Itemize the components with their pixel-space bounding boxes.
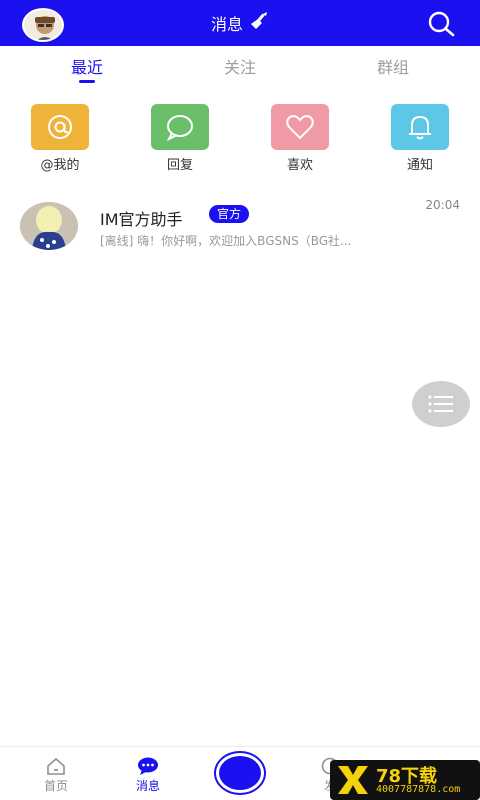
publish-button[interactable]	[216, 753, 264, 793]
heart-icon	[271, 104, 329, 150]
message-tabs: 最近 关注 群组	[0, 46, 480, 86]
app-header: 消息	[0, 0, 480, 46]
active-tab-indicator	[79, 80, 95, 83]
at-icon	[31, 104, 89, 150]
quick-action-likes[interactable]: 喜欢	[269, 104, 331, 173]
x-logo-icon	[338, 766, 368, 794]
quick-action-label: @我的	[40, 158, 80, 173]
tab-recent[interactable]: 最近	[47, 54, 127, 78]
header-title-group: 消息	[0, 0, 480, 46]
quick-action-label: 喜欢	[286, 158, 313, 173]
message-icon	[118, 757, 178, 775]
search-icon[interactable]	[426, 10, 456, 38]
contact-avatar	[20, 202, 78, 250]
quick-action-mentions[interactable]: @我的	[29, 104, 91, 173]
broom-icon[interactable]	[249, 12, 269, 34]
message-time: 20:04	[425, 198, 460, 212]
nav-messages[interactable]: 消息	[118, 757, 178, 794]
tab-groups[interactable]: 群组	[353, 54, 433, 78]
message-preview: [离线] 嗨！你好啊，欢迎加入BGSNS（BG社...	[100, 234, 352, 248]
contact-name: IM官方助手	[100, 210, 183, 229]
home-icon	[26, 757, 86, 775]
nav-label: 消息	[135, 779, 160, 793]
official-badge: 官方	[209, 205, 250, 223]
watermark-phone: 4007787878.com	[376, 784, 461, 795]
conversation-row[interactable]: IM官方助手 官方 20:04 [离线] 嗨！你好啊，欢迎加入BGSNS（BG社…	[0, 190, 480, 260]
watermark-logo: 78下载 4007787878.com	[330, 760, 480, 800]
floating-menu-button[interactable]	[412, 381, 470, 427]
quick-action-label: 回复	[166, 158, 193, 173]
list-icon	[428, 395, 453, 413]
quick-action-replies[interactable]: 回复	[149, 104, 211, 173]
bell-icon	[391, 104, 449, 150]
nav-label: 首页	[43, 779, 68, 793]
nav-home[interactable]: 首页	[26, 757, 86, 794]
quick-action-label: 通知	[406, 158, 433, 173]
chat-bubble-icon	[151, 104, 209, 150]
tab-following[interactable]: 关注	[200, 54, 280, 78]
quick-action-notifications[interactable]: 通知	[389, 104, 451, 173]
page-title: 消息	[210, 15, 243, 34]
